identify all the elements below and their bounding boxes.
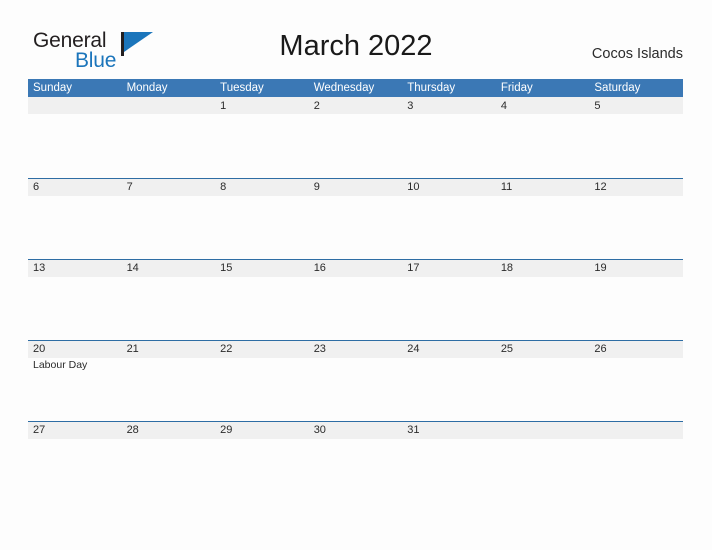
calendar-grid: Sunday Monday Tuesday Wednesday Thursday Frid… [28, 79, 683, 502]
weekday-header-monday: Monday [126, 82, 168, 94]
calendar-page: General Blue March 2022 Cocos Islands Su… [0, 0, 712, 550]
page-header: General Blue March 2022 Cocos Islands [0, 0, 712, 76]
weekday-header-friday: Friday [500, 82, 533, 94]
day-cell[interactable]: 2 [309, 97, 403, 178]
weekday-header-tuesday: Tuesday [220, 82, 264, 94]
calendar-week-row: 20 Labour Day 21 22 23 24 25 26 [28, 340, 683, 421]
day-cell[interactable]: 13 [28, 259, 122, 340]
week-day-cells: 27 28 29 30 31 [28, 421, 683, 502]
week-day-cells: 13 14 15 16 17 18 19 [28, 259, 683, 340]
day-number: 5 [594, 100, 601, 112]
day-cell[interactable]: 22 [215, 340, 309, 421]
calendar-weeks: 1 2 3 4 5 6 7 8 9 10 11 12 13 14 15 16 17 18 19 20 Labour Da… [28, 97, 683, 502]
week-day-cells: 1 2 3 4 5 [28, 97, 683, 178]
day-number: 21 [126, 343, 139, 355]
day-number: 17 [407, 262, 420, 274]
day-number: 30 [313, 424, 326, 436]
day-cell[interactable]: 7 [122, 178, 216, 259]
day-cell[interactable]: 26 [589, 340, 683, 421]
day-number: 31 [407, 424, 420, 436]
day-cell[interactable]: 27 [28, 421, 122, 502]
day-cell[interactable]: 5 [589, 97, 683, 178]
day-number: 1 [220, 100, 227, 112]
weekday-header-sunday: Sunday [33, 82, 73, 94]
day-number: 16 [313, 262, 326, 274]
calendar-week-row: 27 28 29 30 31 [28, 421, 683, 502]
day-cell-empty [28, 97, 122, 178]
day-cell[interactable]: 11 [496, 178, 590, 259]
day-cell[interactable]: 23 [309, 340, 403, 421]
day-cell[interactable]: 15 [215, 259, 309, 340]
day-number: 4 [500, 100, 507, 112]
day-cell-empty [122, 97, 216, 178]
day-number: 26 [594, 343, 607, 355]
weekday-header-thursday: Thursday [407, 82, 456, 94]
day-cell[interactable]: 10 [402, 178, 496, 259]
day-cell[interactable]: 30 [309, 421, 403, 502]
day-cell[interactable]: 6 [28, 178, 122, 259]
day-events: Labour Day [33, 359, 121, 372]
day-cell[interactable]: 3 [402, 97, 496, 178]
day-number: 8 [220, 181, 227, 193]
day-number: 23 [313, 343, 326, 355]
calendar-week-row: 6 7 8 9 10 11 12 [28, 178, 683, 259]
day-cell[interactable]: 8 [215, 178, 309, 259]
holiday-label: Labour Day [33, 359, 88, 371]
day-number: 24 [407, 343, 420, 355]
day-cell[interactable]: 4 [496, 97, 590, 178]
day-cell[interactable]: 17 [402, 259, 496, 340]
day-number: 10 [407, 181, 420, 193]
day-cell[interactable]: 1 [215, 97, 309, 178]
day-cell-empty [496, 421, 590, 502]
weekday-header-wednesday: Wednesday [313, 82, 375, 94]
day-number: 9 [313, 181, 320, 193]
day-number: 6 [33, 181, 40, 193]
day-number: 22 [220, 343, 233, 355]
location-label: Cocos Islands [591, 46, 683, 62]
day-cell[interactable]: 21 [122, 340, 216, 421]
calendar-week-row: 1 2 3 4 5 [28, 97, 683, 178]
day-cell[interactable]: 25 [496, 340, 590, 421]
day-number: 25 [500, 343, 514, 355]
day-cell[interactable]: 24 [402, 340, 496, 421]
day-number: 19 [594, 262, 607, 274]
calendar-week-row: 13 14 15 16 17 18 19 [28, 259, 683, 340]
day-number: 18 [500, 262, 514, 274]
day-number: 3 [407, 100, 414, 112]
week-day-cells: 6 7 8 9 10 11 12 [28, 178, 683, 259]
day-number: 13 [33, 262, 46, 274]
day-number: 12 [594, 181, 607, 193]
day-number: 15 [220, 262, 233, 274]
day-cell[interactable]: 31 [402, 421, 496, 502]
day-cell-empty [589, 421, 683, 502]
day-cell[interactable]: 20 Labour Day [28, 340, 122, 421]
day-cell[interactable]: 12 [589, 178, 683, 259]
day-cell[interactable]: 18 [496, 259, 590, 340]
day-cell[interactable]: 29 [215, 421, 309, 502]
day-number: 2 [313, 100, 320, 112]
weekday-header-row: Sunday Monday Tuesday Wednesday Thursday Frid… [28, 79, 683, 97]
day-number: 29 [220, 424, 233, 436]
day-cell[interactable]: 28 [122, 421, 216, 502]
day-number: 20 [33, 343, 46, 355]
day-number: 7 [126, 181, 133, 193]
day-cell[interactable]: 19 [589, 259, 683, 340]
day-cell[interactable]: 9 [309, 178, 403, 259]
day-cell[interactable]: 14 [122, 259, 216, 340]
day-cell[interactable]: 16 [309, 259, 403, 340]
weekday-header-saturday: Saturday [594, 82, 641, 94]
day-number: 28 [126, 424, 139, 436]
day-number: 11 [500, 181, 513, 193]
day-number: 14 [126, 262, 139, 274]
week-day-cells: 20 Labour Day 21 22 23 24 25 26 [28, 340, 683, 421]
day-number: 27 [33, 424, 46, 436]
